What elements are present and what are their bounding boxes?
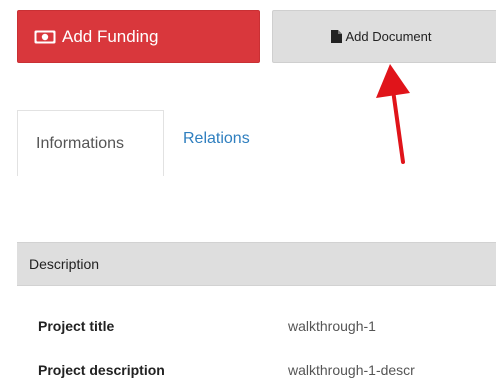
tabs-divider: [164, 175, 496, 176]
add-funding-button[interactable]: Add Funding: [17, 10, 260, 63]
add-funding-label: Add Funding: [62, 26, 159, 46]
file-icon: [330, 30, 342, 43]
section-title: Description: [29, 256, 100, 272]
add-document-button[interactable]: Add Document: [272, 10, 496, 63]
tab-relations-label: Relations: [183, 130, 250, 147]
field-row-project-description: Project description walkthrough-1-descr: [38, 362, 496, 378]
add-document-label: Add Document: [345, 29, 432, 44]
tab-informations-label: Informations: [36, 134, 125, 152]
annotation-arrow: [376, 64, 410, 164]
field-row-project-title: Project title walkthrough-1: [38, 318, 496, 334]
field-value: walkthrough-1-descr: [288, 362, 415, 378]
tab-informations[interactable]: Informations: [17, 110, 164, 176]
project-page: Add Funding Add Document Informations Re…: [0, 0, 496, 381]
money-icon: [34, 30, 56, 44]
tab-relations[interactable]: Relations: [183, 130, 250, 148]
field-value: walkthrough-1: [288, 318, 376, 334]
field-label: Project description: [38, 362, 165, 378]
description-section-header: Description: [17, 242, 496, 286]
field-label: Project title: [38, 318, 115, 334]
